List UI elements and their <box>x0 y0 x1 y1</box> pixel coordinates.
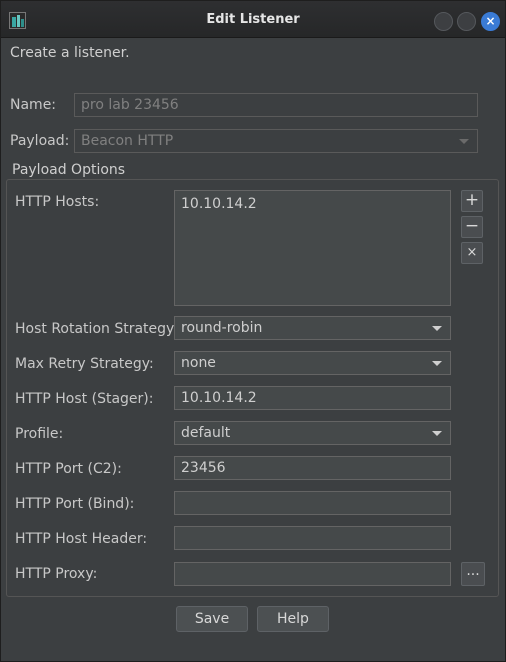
host-rotation-value: round-robin <box>181 320 263 336</box>
profile-value: default <box>181 425 231 441</box>
help-button[interactable]: Help <box>257 606 329 632</box>
max-retry-select[interactable]: none <box>174 351 451 375</box>
window-title: Edit Listener <box>206 12 300 27</box>
host-rotation-select[interactable]: round-robin <box>174 316 451 340</box>
payload-select-value: Beacon HTTP <box>81 133 174 149</box>
minus-icon: − <box>464 216 480 236</box>
ellipsis-icon: ... <box>466 563 480 579</box>
save-button[interactable]: Save <box>176 606 248 632</box>
maximize-button[interactable] <box>457 12 476 31</box>
chevron-down-icon <box>432 361 442 366</box>
payload-options-title: Payload Options <box>12 162 130 178</box>
edit-listener-dialog: Edit Listener × Create a listener. Name:… <box>0 0 506 662</box>
list-item[interactable]: 10.10.14.2 <box>181 195 444 213</box>
intro-text: Create a listener. <box>10 45 130 61</box>
http-port-bind-field[interactable] <box>174 491 451 515</box>
payload-label: Payload: <box>10 133 70 149</box>
title-bar: Edit Listener × <box>1 1 505 38</box>
http-proxy-field[interactable] <box>174 562 451 586</box>
http-hosts-list[interactable]: 10.10.14.2 <box>174 190 451 306</box>
profile-label: Profile: <box>15 426 64 442</box>
http-proxy-browse-button[interactable]: ... <box>461 562 485 586</box>
http-host-header-label: HTTP Host Header: <box>15 531 148 547</box>
http-host-stager-field[interactable]: 10.10.14.2 <box>174 386 451 410</box>
http-port-c2-field[interactable]: 23456 <box>174 456 451 480</box>
remove-host-button[interactable]: − <box>461 216 483 238</box>
minimize-button[interactable] <box>434 12 453 31</box>
http-port-bind-label: HTTP Port (Bind): <box>15 496 135 512</box>
http-hosts-label: HTTP Hosts: <box>15 194 100 210</box>
name-field[interactable]: pro lab 23456 <box>74 93 478 117</box>
plus-icon: + <box>464 190 480 210</box>
name-label: Name: <box>10 97 57 113</box>
add-host-button[interactable]: + <box>461 190 483 212</box>
max-retry-value: none <box>181 355 216 371</box>
http-port-c2-label: HTTP Port (C2): <box>15 461 122 477</box>
http-host-stager-label: HTTP Host (Stager): <box>15 391 154 407</box>
chevron-down-icon <box>432 431 442 436</box>
http-host-header-field[interactable] <box>174 526 451 550</box>
profile-select[interactable]: default <box>174 421 451 445</box>
payload-select[interactable]: Beacon HTTP <box>74 129 478 153</box>
http-proxy-label: HTTP Proxy: <box>15 566 98 582</box>
close-button[interactable]: × <box>481 12 500 31</box>
close-icon: × <box>466 245 478 260</box>
close-icon: × <box>485 14 496 28</box>
chevron-down-icon <box>432 326 442 331</box>
host-rotation-label: Host Rotation Strategy: <box>15 321 179 337</box>
clear-hosts-button[interactable]: × <box>461 242 483 264</box>
max-retry-label: Max Retry Strategy: <box>15 356 154 372</box>
chevron-down-icon <box>459 139 469 144</box>
